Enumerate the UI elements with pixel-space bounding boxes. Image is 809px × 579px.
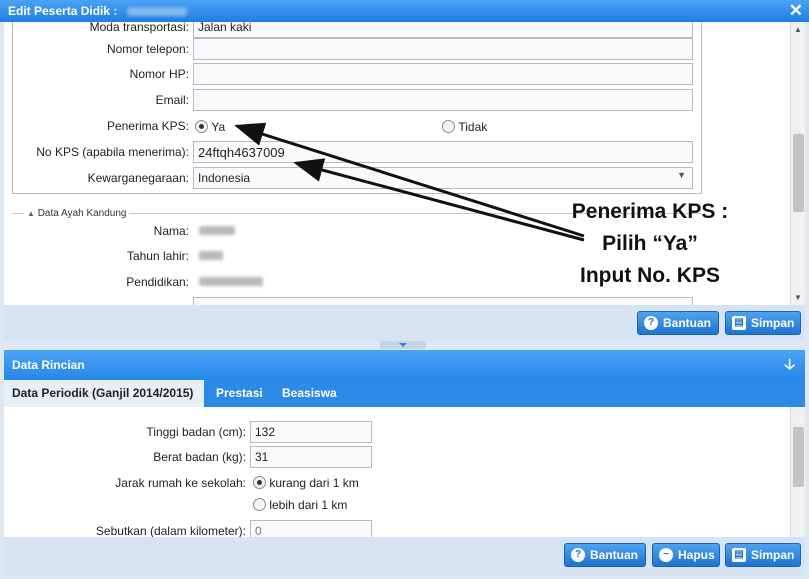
bottom-toolbar: ? Bantuan − Hapus ▤ Simpan [4, 537, 805, 575]
berat-label: Berat badan (kg): [153, 450, 246, 464]
rincian-scrollbar[interactable] [790, 407, 805, 537]
simpan-label: Simpan [751, 316, 795, 330]
tinggi-field[interactable]: 132 [250, 421, 372, 443]
help-icon: ? [571, 548, 585, 562]
rincian-header: Data Rincian 🡣 [4, 350, 805, 380]
rincian-tabs: Data Periodik (Ganjil 2014/2015) Prestas… [4, 380, 805, 407]
annotation-line1: Penerima KPS : [571, 200, 729, 223]
jarak-opt2[interactable]: lebih dari 1 km [253, 497, 347, 512]
arrow-down-icon[interactable]: 🡣 [784, 350, 795, 380]
sebutkan-label: Sebutkan (dalam kilometer): [95, 524, 246, 537]
save-icon: ▤ [732, 316, 746, 330]
scroll-thumb[interactable] [793, 427, 804, 487]
panel-splitter[interactable] [380, 341, 426, 349]
tinggi-label: Tinggi badan (cm): [146, 425, 246, 439]
annotation-line2: Pilih “Ya” [602, 232, 698, 255]
jarak-opt1-label: kurang dari 1 km [269, 475, 359, 490]
rincian-form-panel: Tinggi badan (cm): 132 Berat badan (kg):… [4, 407, 805, 537]
top-toolbar: ? Bantuan ▤ Simpan [4, 305, 805, 341]
bantuan-label: Bantuan [663, 316, 711, 330]
save-icon: ▤ [732, 548, 746, 562]
bantuan-button[interactable]: ? Bantuan [637, 311, 719, 335]
jarak-opt2-label: lebih dari 1 km [269, 497, 348, 512]
sebutkan-field[interactable] [250, 520, 372, 537]
berat-field[interactable]: 31 [250, 446, 372, 468]
jarak-opt2-radio[interactable] [253, 498, 266, 512]
hapus-label: Hapus [678, 548, 715, 562]
delete-icon: − [659, 548, 673, 562]
bantuan-button-bottom[interactable]: ? Bantuan [564, 543, 646, 567]
annotation-text: Penerima KPS : Pilih “Ya” Input No. KPS [540, 196, 760, 292]
rincian-title: Data Rincian [12, 358, 85, 372]
bantuan-label-bottom: Bantuan [590, 548, 638, 562]
jarak-opt1[interactable]: kurang dari 1 km [253, 475, 359, 490]
arrow-to-ya [234, 122, 585, 238]
simpan-button[interactable]: ▤ Simpan [725, 311, 801, 335]
tab-data-periodik[interactable]: Data Periodik (Ganjil 2014/2015) [4, 380, 204, 407]
tab-prestasi[interactable]: Prestasi [208, 380, 278, 407]
tab-beasiswa[interactable]: Beasiswa [274, 380, 354, 407]
hapus-button[interactable]: − Hapus [652, 543, 720, 567]
simpan-label-bottom: Simpan [751, 548, 795, 562]
jarak-opt1-radio[interactable] [253, 476, 266, 490]
help-icon: ? [644, 316, 658, 330]
jarak-label: Jarak rumah ke sekolah: [115, 476, 246, 490]
annotation-line3: Input No. KPS [580, 264, 720, 287]
simpan-button-bottom[interactable]: ▤ Simpan [725, 543, 801, 567]
